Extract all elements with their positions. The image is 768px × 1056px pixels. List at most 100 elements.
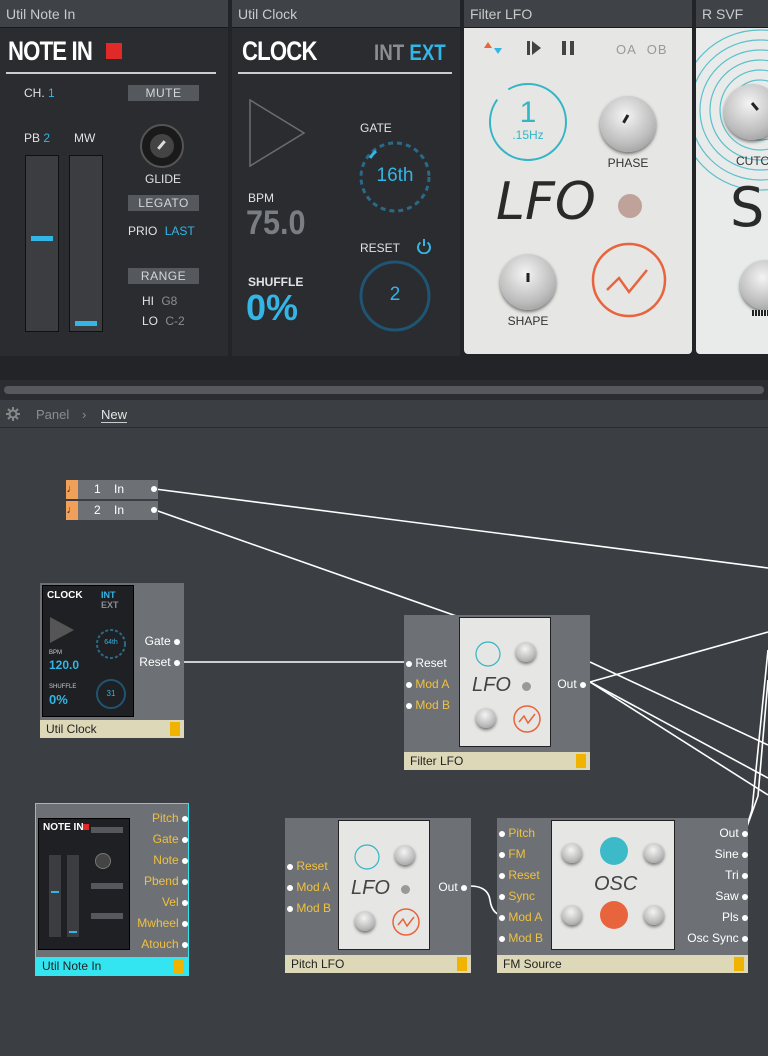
bpm-value[interactable]: 75.0 — [246, 204, 306, 243]
thumb-reset: 31 — [106, 689, 116, 698]
port-mod-a[interactable]: Mod A — [406, 677, 449, 691]
pause-icon[interactable] — [560, 40, 576, 56]
prio-value[interactable]: LAST — [165, 224, 195, 238]
util-clock-label[interactable]: Util Clock — [40, 720, 184, 738]
port-mod-a[interactable]: Mod A — [287, 880, 330, 894]
reset-value[interactable]: 2 — [357, 284, 433, 306]
lo-value[interactable]: C-2 — [165, 314, 184, 328]
port-reset[interactable]: Reset — [287, 859, 328, 873]
pitch-lfo-label[interactable]: Pitch LFO — [285, 955, 471, 973]
hi-value[interactable]: G8 — [161, 294, 177, 308]
expand-arrow-icon[interactable] — [576, 754, 586, 768]
cable-in1[interactable] — [154, 488, 768, 569]
shuffle-value[interactable]: 0% — [246, 287, 298, 329]
glide-knob[interactable] — [140, 124, 184, 168]
modwheel-handle[interactable] — [75, 321, 97, 326]
legato-button[interactable]: LEGATO — [128, 195, 199, 211]
output-port[interactable] — [151, 507, 157, 513]
port-tri[interactable]: Tri — [725, 868, 748, 882]
power-icon[interactable] — [416, 238, 432, 254]
note-in-panel-bar[interactable]: Util Note In — [0, 0, 228, 28]
ext-toggle[interactable]: EXT — [409, 40, 445, 65]
pitchbend-handle[interactable] — [31, 236, 53, 241]
port-mod-b[interactable]: Mod B — [499, 931, 543, 945]
pb-value[interactable]: 2 — [43, 131, 50, 145]
port-out[interactable]: Out — [438, 880, 467, 894]
port-reset[interactable]: Reset — [139, 655, 180, 669]
int-toggle[interactable]: INT — [374, 40, 404, 65]
waveform-triangle-icon[interactable] — [589, 240, 669, 320]
pitchbend-slider[interactable] — [25, 155, 59, 332]
play-icon[interactable] — [248, 98, 308, 168]
gate-value[interactable]: 16th — [356, 165, 434, 187]
shape-knob[interactable] — [500, 254, 556, 310]
port-mod-a[interactable]: Mod A — [499, 910, 542, 924]
port-atouch[interactable]: Atouch — [141, 937, 188, 951]
range-button[interactable]: RANGE — [128, 268, 199, 284]
output-port[interactable] — [151, 486, 157, 492]
fm-source-label[interactable]: FM Source — [497, 955, 748, 973]
cable-fm-out-a[interactable] — [744, 649, 768, 833]
mod-b-toggle[interactable]: OB — [647, 42, 668, 57]
filter-lfo-module[interactable]: Reset Mod A Mod B LFO Out Filter LFO — [404, 615, 590, 770]
pitch-lfo-module[interactable]: Reset Mod A Mod B LFO Out Pitch LFO — [285, 818, 471, 973]
fm-source-module[interactable]: Pitch FM Reset Sync Mod A Mod B OSC Out … — [497, 818, 748, 973]
rate-value[interactable]: 1 — [486, 96, 570, 130]
mod-a-toggle[interactable]: OA — [616, 42, 636, 57]
port-pitch[interactable]: Pitch — [499, 826, 535, 840]
port-sync[interactable]: Sync — [499, 889, 535, 903]
port-sine[interactable]: Sine — [715, 847, 748, 861]
expand-arrow-icon[interactable] — [734, 957, 744, 971]
clock-panel-bar[interactable]: Util Clock — [232, 0, 460, 28]
port-pbend[interactable]: Pbend — [144, 874, 188, 888]
expand-arrow-icon[interactable] — [174, 959, 184, 973]
filter-lfo-label[interactable]: Filter LFO — [404, 752, 590, 770]
port-note[interactable]: Note — [153, 853, 188, 867]
port-mod-b[interactable]: Mod B — [287, 901, 331, 915]
port-mwheel[interactable]: Mwheel — [137, 916, 188, 930]
port-out[interactable]: Out — [719, 826, 748, 840]
port-reset[interactable]: Reset — [406, 656, 447, 670]
port-gate[interactable]: Gate — [153, 832, 188, 846]
expand-arrow-icon[interactable] — [457, 957, 467, 971]
cable-in2[interactable] — [154, 509, 463, 619]
port-out[interactable]: Out — [557, 677, 586, 691]
port-pls[interactable]: Pls — [722, 910, 748, 924]
record-indicator[interactable] — [106, 43, 122, 59]
util-note-in-module[interactable]: NOTE IN Pitch Gate Note Pbend Vel Mwheel… — [35, 803, 189, 976]
util-clock-module[interactable]: CLOCK INT EXT 64th BPM 120.0 SHUFFLE 0% … — [40, 583, 184, 738]
cable-lfo-out-b[interactable] — [589, 681, 768, 779]
note-in-panel: Util Note In NOTE IN CH. 1 MUTE PB 2 MW … — [0, 0, 228, 356]
keyboard-icon — [752, 310, 768, 316]
ch-value[interactable]: 1 — [48, 86, 55, 100]
play-step-icon[interactable] — [526, 40, 542, 56]
node-editor[interactable]: Panel › New ♩ 1 In ♩ 2 In CLOCK INT EXT … — [0, 400, 768, 1056]
mute-button[interactable]: MUTE — [128, 85, 199, 101]
port-mod-b[interactable]: Mod B — [406, 698, 450, 712]
prio-label: PRIO — [128, 224, 158, 238]
modwheel-slider[interactable] — [69, 155, 103, 332]
port-saw[interactable]: Saw — [715, 889, 748, 903]
phase-knob[interactable] — [600, 96, 656, 152]
port-osc-sync[interactable]: Osc Sync — [687, 931, 748, 945]
port-reset[interactable]: Reset — [499, 868, 540, 882]
cable-lfo-out-c[interactable] — [589, 661, 768, 746]
input-node[interactable]: ♩ 2 In — [66, 501, 158, 520]
port-fm[interactable]: FM — [499, 847, 526, 861]
rate-unit: .15Hz — [512, 128, 544, 142]
input-node[interactable]: ♩ 1 In — [66, 480, 158, 499]
sync-arrows-icon[interactable] — [482, 40, 506, 58]
rsvf-panel-bar[interactable]: R SVF — [696, 0, 768, 28]
horizontal-scrollbar-thumb[interactable] — [4, 386, 764, 394]
ch-label: CH. — [24, 86, 45, 100]
port-vel[interactable]: Vel — [162, 895, 188, 909]
cable-lfo-out-d[interactable] — [589, 681, 768, 796]
shape-label: SHAPE — [507, 314, 549, 328]
filter-lfo-panel-bar[interactable]: Filter LFO — [464, 0, 692, 28]
cable-fm-out-b[interactable] — [744, 679, 768, 833]
port-pitch[interactable]: Pitch — [152, 811, 188, 825]
input-number: 1 — [94, 482, 101, 496]
expand-arrow-icon[interactable] — [170, 722, 180, 736]
port-gate[interactable]: Gate — [145, 634, 180, 648]
util-note-in-label[interactable]: Util Note In — [36, 957, 188, 975]
